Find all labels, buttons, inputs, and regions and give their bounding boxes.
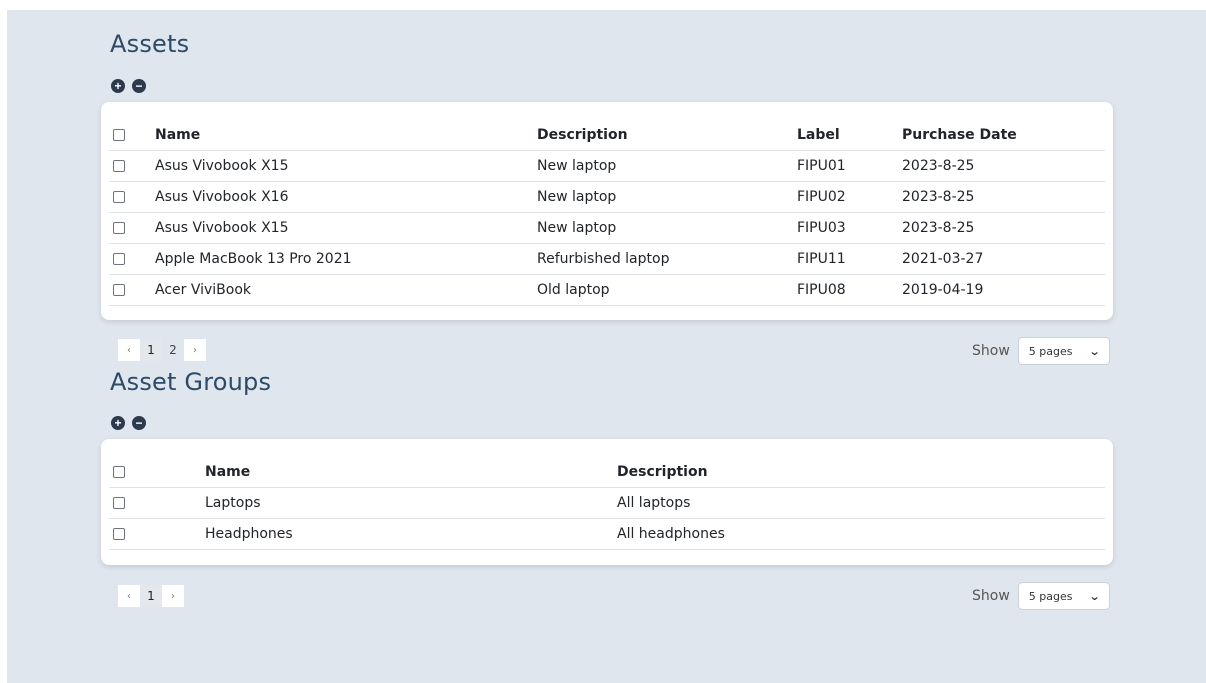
asset-groups-actions: + − <box>111 416 146 430</box>
table-row[interactable]: Asus Vivobook X15 New laptop FIPU01 2023-8-… <box>109 151 1105 182</box>
cell-purchase-date: 2023-8-25 <box>902 220 975 236</box>
column-header-name: Name <box>155 127 201 143</box>
remove-asset-button[interactable]: − <box>132 79 146 93</box>
assets-table-card: Name Description Label Purchase Date Asu… <box>101 102 1113 320</box>
row-checkbox[interactable] <box>113 528 125 540</box>
cell-label: FIPU01 <box>797 158 846 174</box>
cell-purchase-date: 2021-03-27 <box>902 251 984 267</box>
asset-groups-title: Asset Groups <box>110 368 272 396</box>
cell-description: New laptop <box>537 158 617 174</box>
table-row[interactable]: Laptops All laptops <box>109 488 1105 519</box>
table-header-row: Name Description <box>109 457 1105 488</box>
minus-icon: − <box>135 416 143 430</box>
row-checkbox[interactable] <box>113 253 125 265</box>
pagination-page-1[interactable]: 1 <box>140 585 162 607</box>
asset-groups-pagination: ‹ 1 › <box>118 585 184 607</box>
minus-icon: − <box>135 79 143 93</box>
chevron-down-icon: ⌄ <box>1088 344 1101 358</box>
column-header-label: Label <box>797 127 840 143</box>
page-size-value: 5 pages <box>1028 344 1073 358</box>
cell-label: FIPU08 <box>797 282 846 298</box>
assets-page-size: Show 5 pages ⌄ <box>972 337 1110 365</box>
cell-name: Asus Vivobook X15 <box>155 158 289 174</box>
row-checkbox[interactable] <box>113 222 125 234</box>
table-row[interactable]: Asus Vivobook X15 New laptop FIPU03 2023-8-… <box>109 213 1105 244</box>
cell-description: Refurbished laptop <box>537 251 670 267</box>
row-checkbox[interactable] <box>113 497 125 509</box>
cell-name: Headphones <box>205 526 293 542</box>
table-row[interactable]: Headphones All headphones <box>109 519 1105 550</box>
cell-label: FIPU02 <box>797 189 846 205</box>
show-label: Show <box>972 588 1010 604</box>
row-checkbox[interactable] <box>113 191 125 203</box>
cell-description: Old laptop <box>537 282 610 298</box>
select-all-checkbox[interactable] <box>113 466 125 478</box>
row-checkbox[interactable] <box>113 160 125 172</box>
page-size-select[interactable]: 5 pages ⌄ <box>1017 337 1110 365</box>
row-checkbox[interactable] <box>113 284 125 296</box>
column-header-purchase-date: Purchase Date <box>902 127 1017 143</box>
cell-description: New laptop <box>537 189 617 205</box>
asset-groups-table: Name Description Laptops All laptops Headp… <box>109 457 1105 550</box>
assets-table: Name Description Label Purchase Date Asu… <box>109 120 1105 306</box>
cell-purchase-date: 2023-8-25 <box>902 189 975 205</box>
pagination-next-button[interactable]: › <box>162 585 184 607</box>
cell-description: New laptop <box>537 220 617 236</box>
pagination-page-2[interactable]: 2 <box>162 339 184 361</box>
cell-name: Asus Vivobook X16 <box>155 189 289 205</box>
pagination-prev-button[interactable]: ‹ <box>118 339 140 361</box>
table-row[interactable]: Asus Vivobook X16 New laptop FIPU02 2023-8-… <box>109 182 1105 213</box>
cell-purchase-date: 2023-8-25 <box>902 158 975 174</box>
column-header-name: Name <box>205 464 251 480</box>
column-header-description: Description <box>537 127 628 143</box>
pagination-page-1[interactable]: 1 <box>140 339 162 361</box>
page-size-value: 5 pages <box>1028 589 1073 603</box>
pagination-prev-button[interactable]: ‹ <box>118 585 140 607</box>
cell-description: All laptops <box>617 495 691 511</box>
pagination-next-button[interactable]: › <box>184 339 206 361</box>
assets-pagination: ‹ 1 2 › <box>118 339 206 361</box>
cell-label: FIPU03 <box>797 220 846 236</box>
cell-purchase-date: 2019-04-19 <box>902 282 984 298</box>
table-row[interactable]: Acer ViviBook Old laptop FIPU08 2019-04-19 <box>109 275 1105 306</box>
cell-name: Asus Vivobook X15 <box>155 220 289 236</box>
assets-title: Assets <box>110 30 190 58</box>
cell-label: FIPU11 <box>797 251 846 267</box>
chevron-down-icon: ⌄ <box>1088 589 1101 603</box>
cell-name: Apple MacBook 13 Pro 2021 <box>155 251 352 267</box>
table-row[interactable]: Apple MacBook 13 Pro 2021 Refurbished lap… <box>109 244 1105 275</box>
plus-icon: + <box>114 79 122 93</box>
plus-icon: + <box>114 416 122 430</box>
select-all-checkbox[interactable] <box>113 129 125 141</box>
cell-name: Acer ViviBook <box>155 282 252 298</box>
assets-actions: + − <box>111 79 146 93</box>
add-asset-group-button[interactable]: + <box>111 416 125 430</box>
asset-groups-table-card: Name Description Laptops All laptops Headp… <box>101 439 1113 565</box>
show-label: Show <box>972 343 1010 359</box>
page-size-select[interactable]: 5 pages ⌄ <box>1017 582 1110 610</box>
remove-asset-group-button[interactable]: − <box>132 416 146 430</box>
cell-description: All headphones <box>617 526 725 542</box>
add-asset-button[interactable]: + <box>111 79 125 93</box>
column-header-description: Description <box>617 464 708 480</box>
table-header-row: Name Description Label Purchase Date <box>109 120 1105 151</box>
asset-groups-page-size: Show 5 pages ⌄ <box>972 582 1110 610</box>
cell-name: Laptops <box>205 495 261 511</box>
